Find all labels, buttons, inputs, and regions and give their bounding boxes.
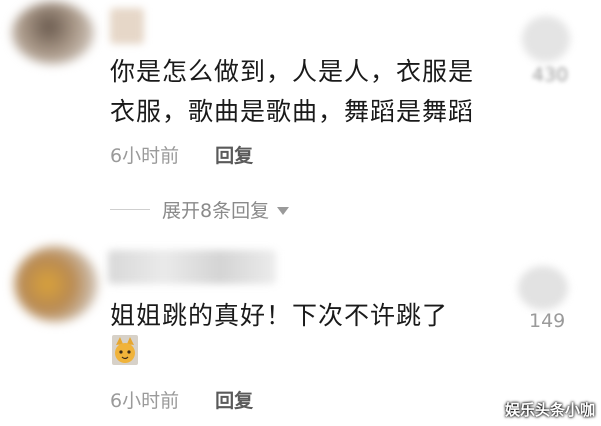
divider — [110, 208, 150, 210]
comment-text: 姐姐跳的真好！下次不许跳了 — [110, 296, 448, 336]
comment-line: 衣服，歌曲是歌曲，舞蹈是舞蹈 — [110, 97, 475, 126]
username-blurred[interactable] — [108, 250, 276, 284]
expand-replies-label: 展开8条回复 — [162, 199, 270, 222]
reply-button[interactable]: 回复 — [215, 390, 253, 412]
cat-face-icon — [112, 335, 138, 365]
username-blurred[interactable] — [110, 8, 144, 44]
comment-text: 你是怎么做到，人是人，衣服是 衣服，歌曲是歌曲，舞蹈是舞蹈 — [110, 52, 474, 132]
like-icon-blurred[interactable] — [518, 266, 568, 310]
chevron-down-icon — [277, 206, 290, 215]
timestamp: 6小时前 — [110, 145, 180, 167]
like-count: 430 — [532, 64, 569, 86]
comment-line: 你是怎么做到，人是人，衣服是 — [110, 57, 475, 86]
expand-replies-button[interactable]: 展开8条回复 — [110, 196, 290, 222]
avatar[interactable] — [12, 2, 94, 64]
reply-button[interactable]: 回复 — [215, 145, 253, 167]
like-count: 149 — [529, 310, 566, 332]
comment-meta: 6小时前 回复 — [110, 143, 253, 169]
comment-meta: 6小时前 回复 — [110, 388, 253, 414]
timestamp: 6小时前 — [110, 390, 180, 412]
avatar[interactable] — [14, 246, 98, 322]
comment-line: 姐姐跳的真好！下次不许跳了 — [110, 301, 449, 330]
watermark: 娱乐头条小咖 — [504, 401, 595, 419]
like-icon-blurred[interactable] — [522, 16, 570, 62]
